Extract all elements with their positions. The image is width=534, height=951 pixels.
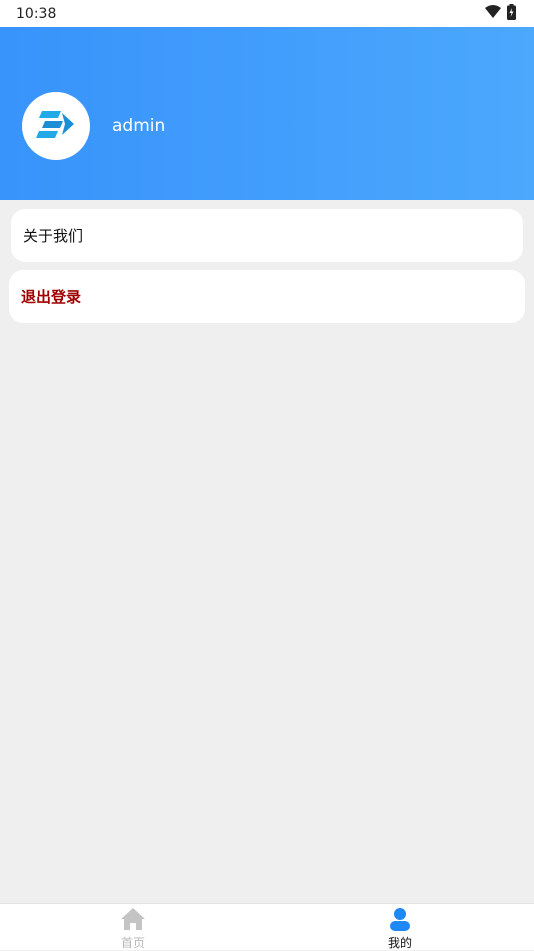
battery-charging-icon (507, 3, 516, 24)
profile-header: admin (0, 27, 534, 200)
username: admin (112, 116, 166, 136)
tab-home-label: 首页 (120, 936, 145, 950)
avatar[interactable] (22, 92, 90, 160)
about-us-item[interactable]: 关于我们 (11, 209, 523, 262)
tab-home[interactable]: 首页 (93, 904, 173, 951)
bottom-tab-bar: 首页 我的 (0, 903, 534, 950)
logout-label: 退出登录 (21, 288, 82, 306)
arrow-logo-icon (36, 109, 76, 143)
home-icon (120, 905, 146, 931)
tab-mine[interactable]: 我的 (360, 904, 440, 951)
tab-mine-label: 我的 (387, 936, 412, 950)
status-icons (485, 3, 516, 24)
wifi-icon (485, 4, 501, 23)
logout-button[interactable]: 退出登录 (9, 270, 525, 323)
status-bar: 10:38 (0, 0, 534, 27)
status-time: 10:38 (16, 5, 57, 22)
user-icon (389, 905, 411, 931)
about-us-label: 关于我们 (23, 227, 84, 245)
